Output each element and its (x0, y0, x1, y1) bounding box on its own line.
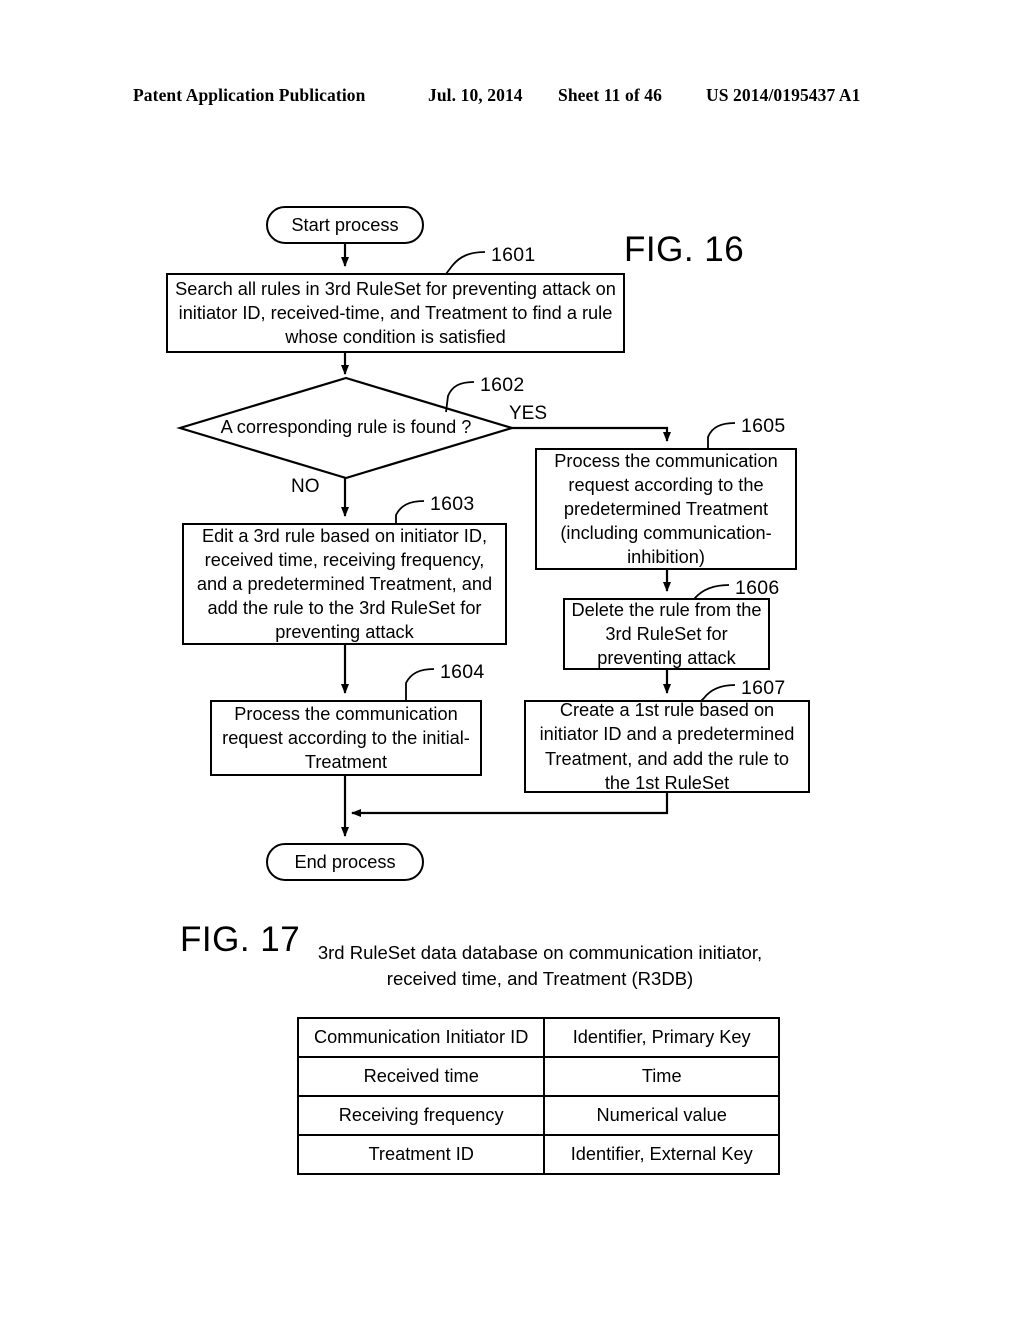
flow-node-1601-search-rules: Search all rules in 3rd RuleSet for prev… (166, 273, 625, 353)
flow-node-start-process-label: Start process (291, 214, 399, 235)
connector-1607-to-merge (351, 793, 669, 817)
table-cell-type: Identifier, Primary Key (543, 1017, 780, 1058)
leader-1605 (707, 422, 736, 449)
flow-node-1601-label: Search all rules in 3rd RuleSet for prev… (175, 278, 616, 348)
connector-1602-yes-to-1605 (512, 426, 671, 442)
r3db-schema-table: Communication Initiator ID Identifier, P… (296, 1017, 780, 1175)
reference-numeral-1606: 1606 (735, 577, 780, 599)
flow-node-1607-create-1st-rule: Create a 1st rule based on initiator ID … (524, 700, 810, 793)
flow-node-1602-label-wrap: A corresponding rule is found ? (180, 378, 512, 478)
table-row: Received time Time (296, 1056, 780, 1097)
r3db-table-body: Communication Initiator ID Identifier, P… (296, 1017, 780, 1175)
flow-node-1602-decision: A corresponding rule is found ? (180, 378, 512, 478)
table-cell-type: Identifier, External Key (543, 1134, 780, 1175)
flow-node-1606-delete-rule: Delete the rule from the 3rd RuleSet for… (563, 598, 770, 670)
table-cell-field: Communication Initiator ID (296, 1017, 546, 1058)
reference-numeral-1602: 1602 (480, 374, 525, 396)
flow-node-end-process: End process (266, 843, 424, 881)
flow-node-1605-label: Process the communication request accord… (554, 450, 778, 568)
reference-numeral-1605: 1605 (741, 415, 786, 437)
table-cell-field: Receiving frequency (296, 1095, 546, 1136)
flow-node-start-process: Start process (266, 206, 424, 244)
table-row: Treatment ID Identifier, External Key (296, 1134, 780, 1175)
figure-17-caption: 3rd RuleSet data database on communicati… (317, 942, 763, 989)
table-cell-field: Received time (296, 1056, 546, 1097)
flow-node-1603-label: Edit a 3rd rule based on initiator ID, r… (196, 525, 493, 643)
figure-17-label: FIG. 17 (180, 920, 301, 959)
flow-node-1605-process-predetermined-treatment: Process the communication request accord… (535, 448, 797, 570)
leader-1601 (445, 251, 486, 275)
flow-node-end-process-label: End process (294, 851, 396, 872)
flow-node-1604-label: Process the communication request accord… (222, 703, 470, 773)
flow-node-1604-process-initial-treatment: Process the communication request accord… (210, 700, 482, 776)
branch-label-no: NO (291, 476, 320, 497)
table-cell-type: Time (543, 1056, 780, 1097)
flow-node-1607-label: Create a 1st rule based on initiator ID … (539, 700, 795, 793)
flow-node-1606-label: Delete the rule from the 3rd RuleSet for… (571, 599, 762, 669)
table-row: Receiving frequency Numerical value (296, 1095, 780, 1136)
reference-numeral-1607: 1607 (741, 677, 786, 699)
flow-node-1602-label: A corresponding rule is found ? (220, 417, 472, 438)
figure-16-label: FIG. 16 (624, 230, 745, 269)
reference-numeral-1604: 1604 (440, 661, 485, 683)
table-row: Communication Initiator ID Identifier, P… (296, 1017, 780, 1058)
reference-numeral-1601: 1601 (491, 244, 536, 266)
table-cell-type: Numerical value (543, 1095, 780, 1136)
branch-label-yes: YES (509, 403, 548, 424)
flow-node-1603-edit-3rd-rule: Edit a 3rd rule based on initiator ID, r… (182, 523, 507, 645)
reference-numeral-1603: 1603 (430, 493, 475, 515)
table-cell-field: Treatment ID (296, 1134, 546, 1175)
leader-1604 (405, 668, 435, 701)
leader-1603 (395, 500, 425, 524)
